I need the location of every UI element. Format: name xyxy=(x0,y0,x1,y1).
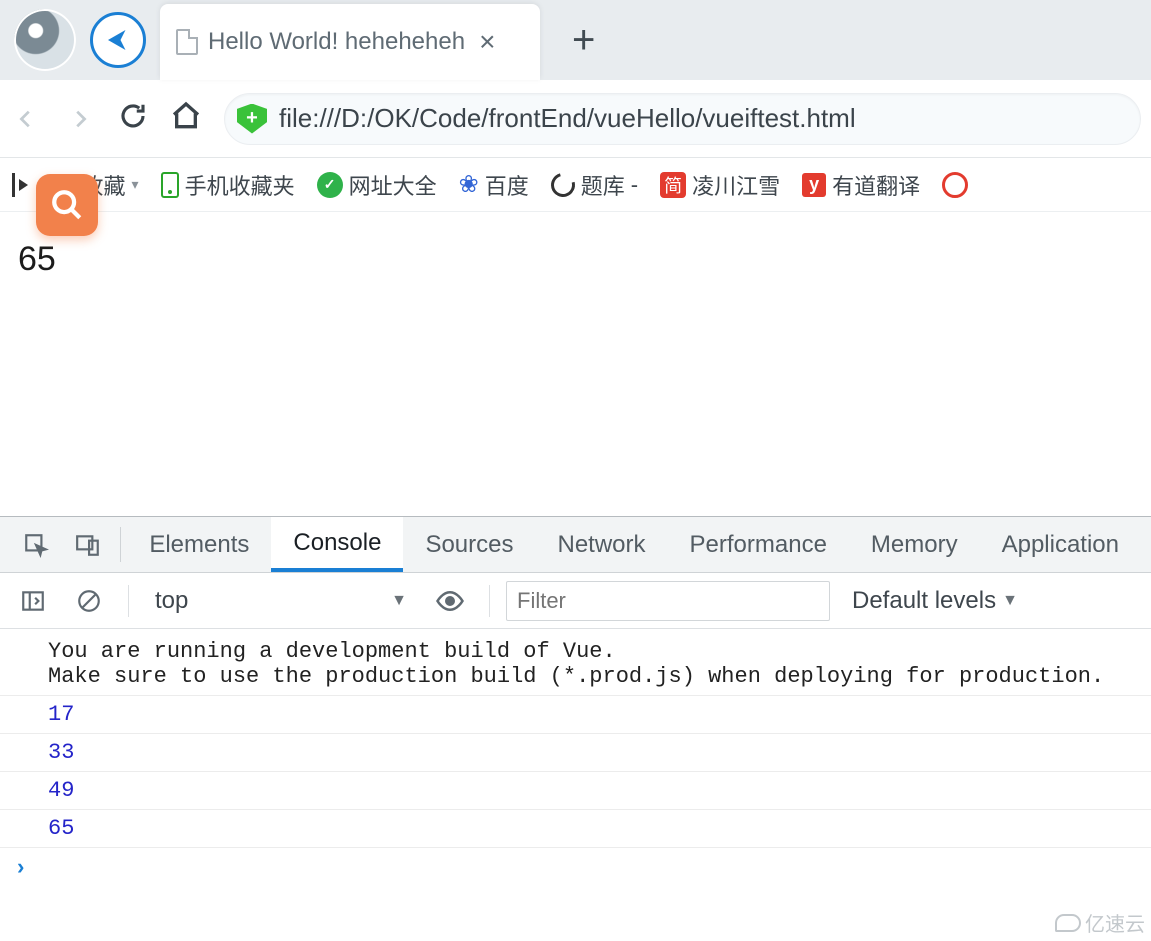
levels-label: Default levels xyxy=(852,587,996,615)
tab-memory[interactable]: Memory xyxy=(849,517,980,572)
bookmark-label: 题库 xyxy=(581,169,625,201)
console-log-number: 33 xyxy=(0,733,1151,771)
console-filter-input[interactable] xyxy=(506,581,830,621)
bookmark-mobile[interactable]: 手机收藏夹 xyxy=(161,169,295,201)
sidebar-toggle-icon[interactable] xyxy=(12,173,32,197)
tab-title: Hello World! heheheheh xyxy=(208,28,465,56)
new-tab-button[interactable]: + xyxy=(554,18,613,63)
context-selector[interactable]: top ▼ xyxy=(145,587,417,615)
bookmark-label: 有道翻译 xyxy=(832,169,920,201)
profile-avatar[interactable] xyxy=(14,9,76,71)
bookmark-sitelist[interactable]: ✓ 网址大全 xyxy=(317,169,437,201)
bookmark-label: 百度 xyxy=(485,169,529,201)
rendered-value: 65 xyxy=(18,240,56,278)
page-content: 65 xyxy=(0,212,1151,512)
device-toolbar-icon[interactable] xyxy=(62,517,114,572)
console-sidebar-toggle-icon[interactable] xyxy=(10,588,56,614)
browser-tab-active[interactable]: Hello World! heheheheh × xyxy=(160,4,540,80)
search-overlay-button[interactable] xyxy=(36,174,98,236)
console-toolbar: top ▼ Default levels ▼ xyxy=(0,573,1151,629)
bookmark-lingchuan[interactable]: 简 凌川江雪 xyxy=(660,169,780,201)
tab-network[interactable]: Network xyxy=(536,517,668,572)
live-expression-icon[interactable] xyxy=(427,586,473,616)
tab-sources[interactable]: Sources xyxy=(403,517,535,572)
separator xyxy=(128,585,129,617)
browser-toolbar: + xyxy=(0,80,1151,158)
watermark-text: 亿速云 xyxy=(1085,908,1145,937)
baidu-icon: ❀ xyxy=(459,170,479,199)
navigation-compass-icon[interactable] xyxy=(90,12,146,68)
jian-icon: 简 xyxy=(660,172,686,198)
bookmark-tiku[interactable]: 题库 - xyxy=(551,169,638,201)
mobile-icon xyxy=(161,172,179,198)
tab-console[interactable]: Console xyxy=(271,517,403,572)
watermark: 亿速云 xyxy=(1055,908,1145,937)
console-prompt[interactable]: › xyxy=(0,847,1151,889)
tiku-icon xyxy=(546,168,579,201)
console-output[interactable]: You are running a development build of V… xyxy=(0,629,1151,941)
tab-elements[interactable]: Elements xyxy=(127,517,271,572)
context-label: top xyxy=(155,587,188,615)
reload-button[interactable] xyxy=(118,101,148,136)
cloud-icon xyxy=(1055,914,1081,932)
devtools-panel: Elements Console Sources Network Perform… xyxy=(0,516,1151,941)
separator xyxy=(120,527,121,562)
clear-console-icon[interactable] xyxy=(66,588,112,614)
tab-application[interactable]: Application xyxy=(980,517,1141,572)
bookmark-bar: ★ 收藏 ▾ 手机收藏夹 ✓ 网址大全 ❀ 百度 题库 - 简 凌川江雪 y 有… xyxy=(0,158,1151,212)
page-icon xyxy=(176,29,198,55)
tab-close-icon[interactable]: × xyxy=(479,26,495,58)
browser-tab-strip: Hello World! heheheheh × + xyxy=(0,0,1151,80)
tab-performance[interactable]: Performance xyxy=(668,517,849,572)
red-circle-icon xyxy=(942,172,968,198)
home-button[interactable] xyxy=(170,100,202,137)
url-input[interactable] xyxy=(279,103,1128,134)
bookmark-youdao[interactable]: y 有道翻译 xyxy=(802,169,920,201)
youdao-icon: y xyxy=(802,173,826,197)
back-button[interactable] xyxy=(10,103,42,135)
chevron-down-icon: ▼ xyxy=(1002,592,1018,610)
inspect-element-icon[interactable] xyxy=(10,517,62,572)
console-log-number: 65 xyxy=(0,809,1151,847)
bookmark-label: 网址大全 xyxy=(349,169,437,201)
security-shield-icon[interactable]: + xyxy=(237,104,267,134)
console-log-number: 49 xyxy=(0,771,1151,809)
bookmark-sep: - xyxy=(631,172,638,198)
chevron-down-icon: ▼ xyxy=(391,592,407,610)
devtools-tabbar: Elements Console Sources Network Perform… xyxy=(0,517,1151,573)
console-log-text: You are running a development build of V… xyxy=(0,629,1151,695)
bookmark-label: 凌川江雪 xyxy=(692,169,780,201)
log-levels-selector[interactable]: Default levels ▼ xyxy=(852,587,1018,615)
address-bar[interactable]: + xyxy=(224,93,1141,145)
forward-button[interactable] xyxy=(64,103,96,135)
separator xyxy=(489,585,490,617)
360-icon: ✓ xyxy=(317,172,343,198)
bookmark-baidu[interactable]: ❀ 百度 xyxy=(459,169,529,201)
bookmark-more[interactable] xyxy=(942,172,968,198)
chevron-down-icon: ▾ xyxy=(132,176,139,193)
console-log-number: 17 xyxy=(0,695,1151,733)
bookmark-label: 手机收藏夹 xyxy=(185,169,295,201)
